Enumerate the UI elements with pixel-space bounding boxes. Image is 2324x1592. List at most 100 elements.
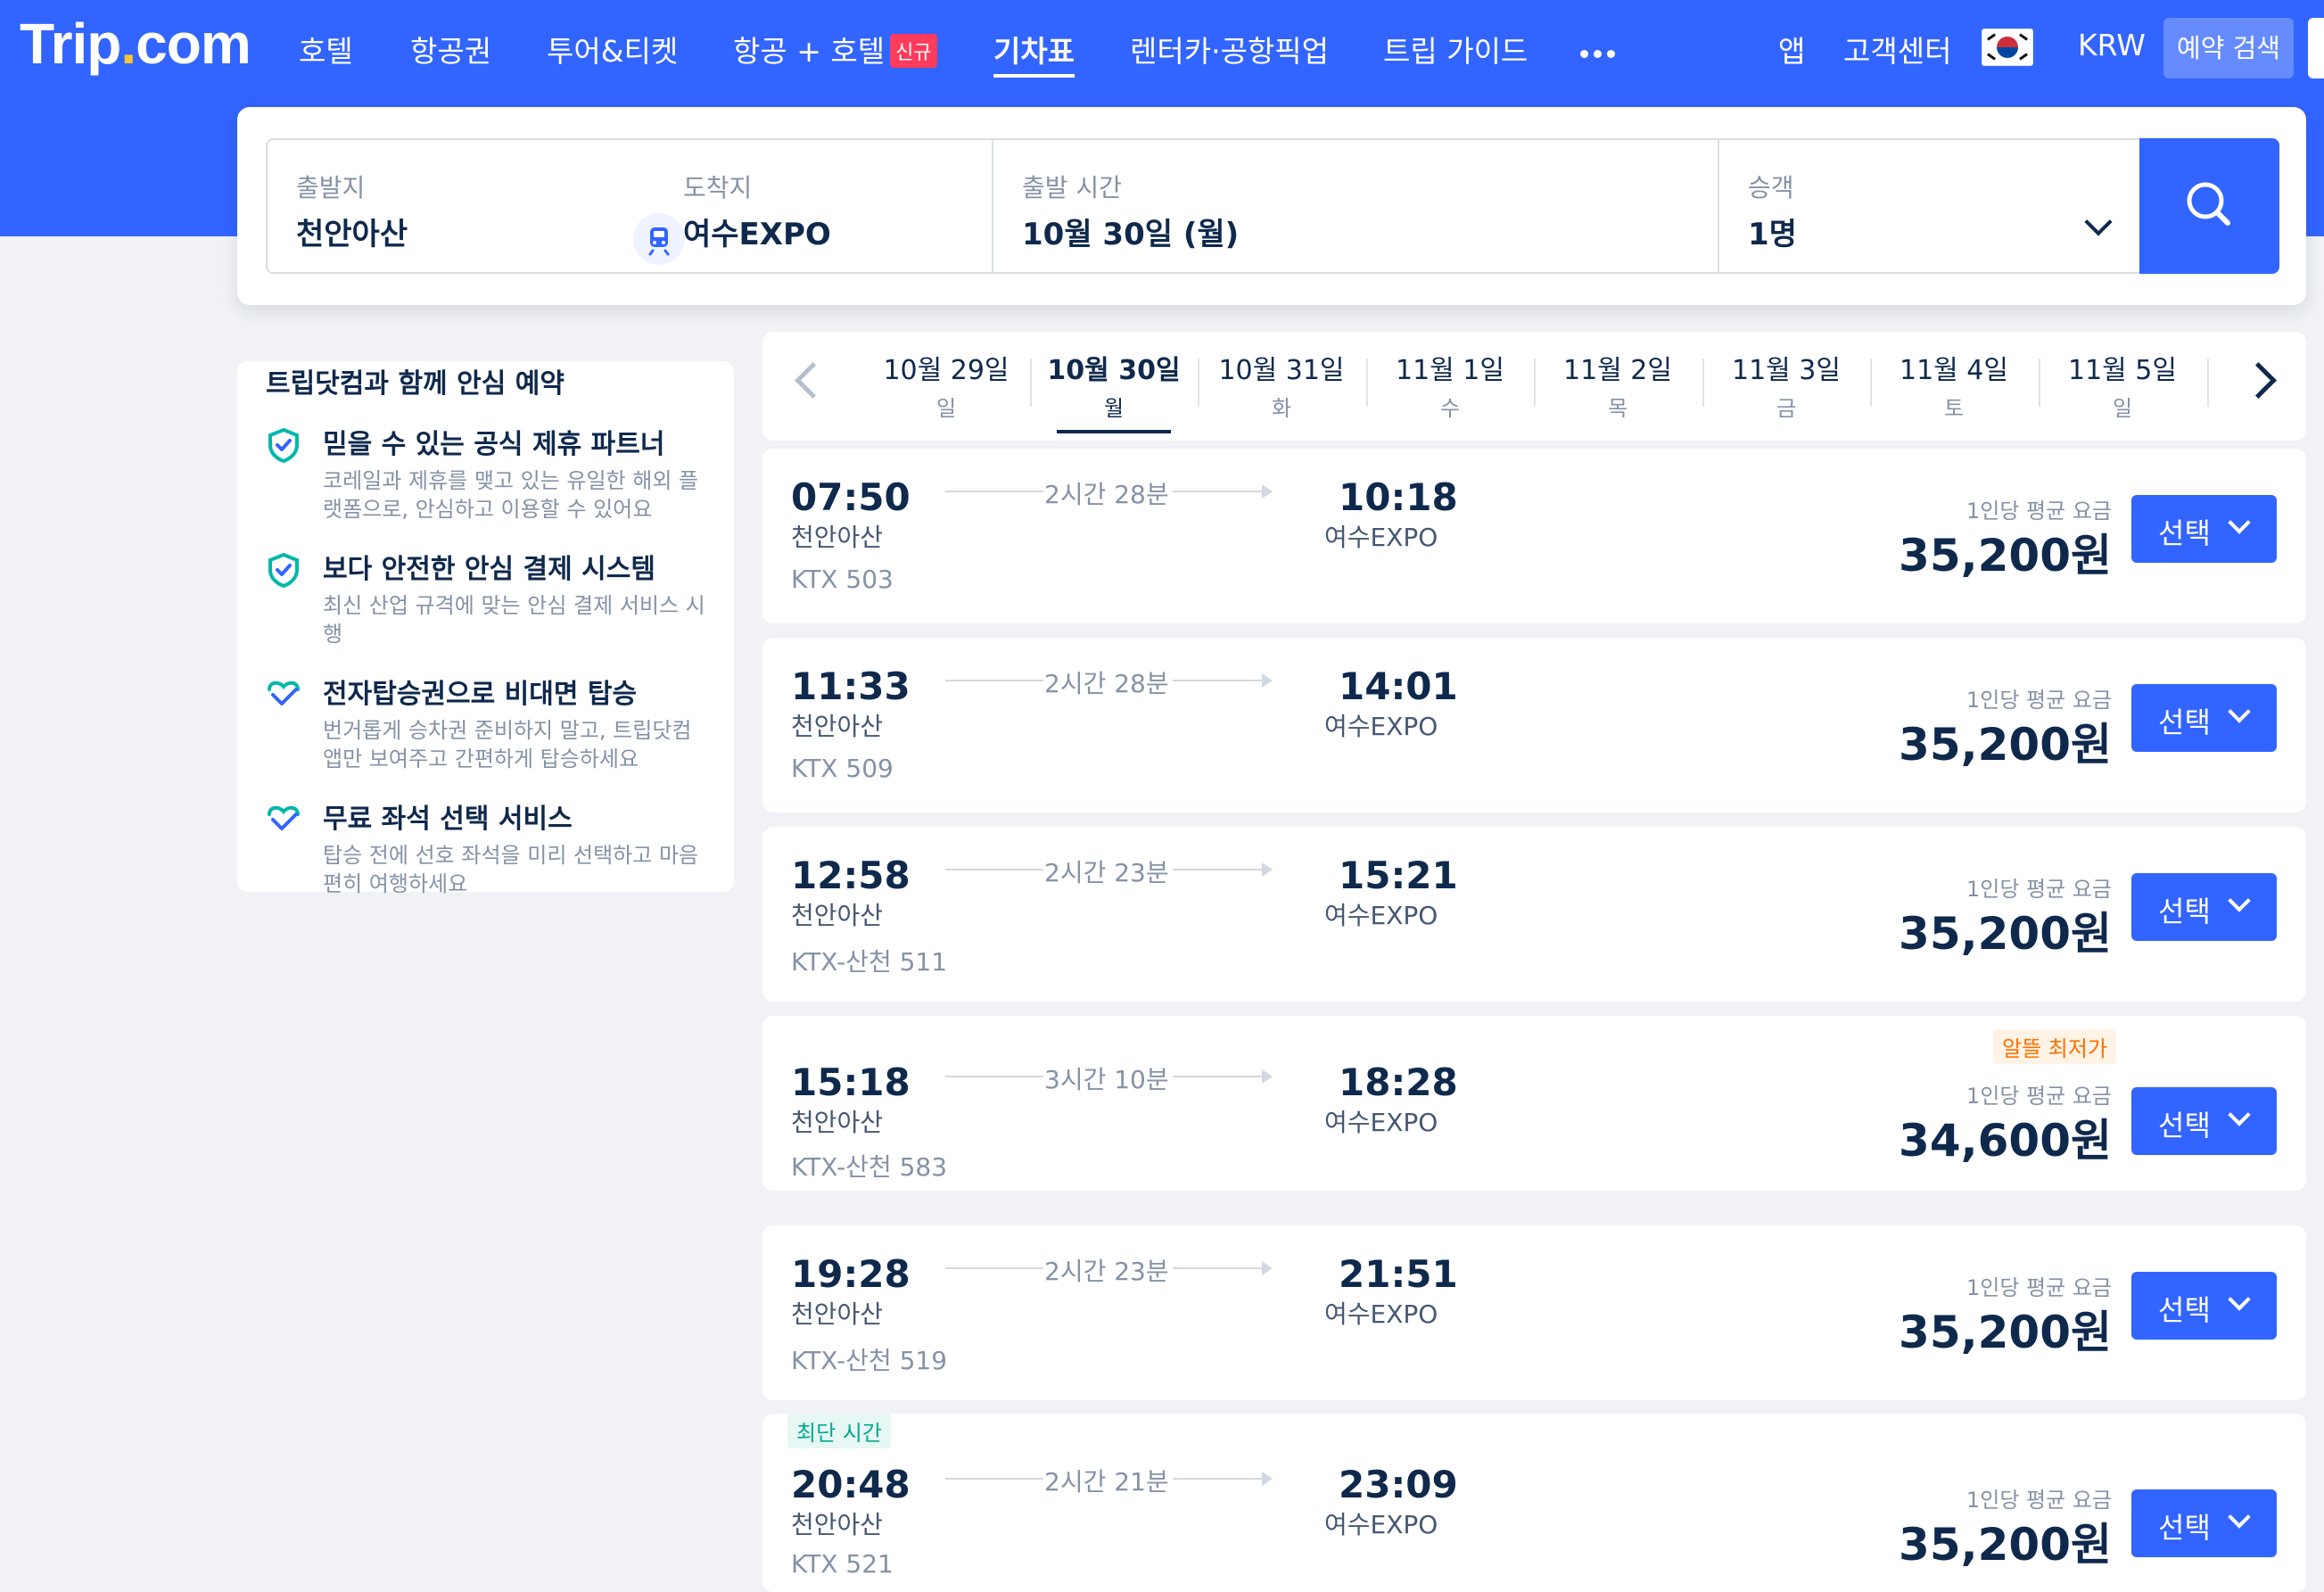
top-navigation: Trip.com 호텔 항공권 투어&티켓 항공 + 호텔 신규 기차표 렌터카·… <box>0 0 2324 98</box>
train-number: KTX 503 <box>791 565 894 594</box>
nav-item-car-rental[interactable]: 렌터카·공항픽업 <box>1130 28 1329 70</box>
search-button[interactable] <box>2139 138 2279 274</box>
passenger-label: 승객 <box>1748 173 1794 202</box>
departure-time-field[interactable]: 출발 시간 10월 30일 (월) <box>992 138 1719 274</box>
sidebar-item-seat: 무료 좌석 선택 서비스 탑승 전에 선호 좌석을 미리 선택하고 마음 편히 … <box>266 796 712 896</box>
select-button[interactable]: 선택 <box>2131 1272 2277 1340</box>
date-selector: 10월 29일 일 10월 30일 월 10월 31일 화 11월 1일 수 11월 2… <box>762 332 2306 441</box>
duration: 2시간 23분 <box>1044 858 1169 887</box>
nav-customer-service[interactable]: 고객센터 <box>1843 28 1951 70</box>
currency-selector[interactable]: KRW <box>2078 28 2146 62</box>
search-icon <box>2187 182 2230 226</box>
nav-item-travel-guide[interactable]: 트립 가이드 <box>1383 28 1528 70</box>
nav-item-trains[interactable]: 기차표 <box>993 28 1075 78</box>
departure-station: 천안아산 <box>791 1299 884 1329</box>
duration: 2시간 28분 <box>1044 480 1169 509</box>
departure-time: 20:48 <box>791 1463 911 1506</box>
duration: 3시간 10분 <box>1044 1065 1169 1094</box>
duration: 2시간 28분 <box>1044 669 1169 698</box>
shield-check-icon <box>268 427 299 463</box>
route-line <box>945 1478 1043 1480</box>
logo-dot: . <box>120 12 136 76</box>
prev-date-arrow-icon[interactable] <box>794 361 832 400</box>
to-label: 도착지 <box>683 173 753 202</box>
departure-station: 천안아산 <box>791 712 884 741</box>
more-menu-icon[interactable] <box>1580 45 1620 62</box>
departure-station: 천안아산 <box>791 1510 884 1539</box>
duration: 2시간 23분 <box>1044 1257 1169 1286</box>
select-button[interactable]: 선택 <box>2131 1087 2277 1155</box>
active-date-underline <box>1057 430 1171 433</box>
korea-flag-icon[interactable] <box>1982 29 2033 66</box>
train-card[interactable]: 19:28 천안아산 2시간 23분 21:51 여수EXPO KTX-산천 5… <box>762 1225 2306 1400</box>
date-tab-active[interactable]: 10월 30일 월 <box>1030 348 1198 422</box>
select-button[interactable]: 선택 <box>2131 873 2277 941</box>
departure-time-value: 10월 30일 (월) <box>1022 217 1240 252</box>
train-card[interactable]: 12:58 천안아산 2시간 23분 15:21 여수EXPO KTX-산천 5… <box>762 827 2306 1002</box>
departure-station: 천안아산 <box>791 1108 884 1137</box>
date-tab[interactable]: 11월 1일 수 <box>1366 348 1534 422</box>
price: 35,200원 <box>1899 1519 2112 1571</box>
price: 35,200원 <box>1899 908 2112 960</box>
select-button-label: 선택 <box>2158 1293 2211 1327</box>
sidebar-item-heading: 보다 안전한 안심 결제 시스템 <box>323 554 655 585</box>
date-tab[interactable]: 11월 2일 목 <box>1534 348 1702 422</box>
route-arrow-icon <box>1262 862 1273 877</box>
date-tab[interactable]: 11월 3일 금 <box>1702 348 1870 422</box>
nav-item-flight-hotel[interactable]: 항공 + 호텔 신규 <box>733 28 937 70</box>
date-tab[interactable]: 10월 31일 화 <box>1198 348 1365 422</box>
to-value[interactable]: 여수EXPO <box>683 210 831 253</box>
arrival-station: 여수EXPO <box>1324 901 1438 930</box>
cheapest-tag: 알뜰 최저가 <box>1993 1029 2117 1064</box>
arrival-station: 여수EXPO <box>1324 1299 1438 1329</box>
arrival-station: 여수EXPO <box>1324 523 1438 552</box>
train-card[interactable]: 07:50 천안아산 2시간 28분 10:18 여수EXPO KTX 503 … <box>762 449 2306 623</box>
train-swap-icon[interactable] <box>633 213 685 265</box>
select-button[interactable]: 선택 <box>2131 495 2277 563</box>
route-arrow-icon <box>1262 1261 1273 1275</box>
departure-time: 07:50 <box>791 475 911 519</box>
route-field[interactable]: 출발지 천안아산 도착지 여수EXPO <box>266 138 993 274</box>
departure-time: 11:33 <box>791 664 911 708</box>
route-line <box>1173 1267 1271 1269</box>
arrival-time: 10:18 <box>1339 475 1458 519</box>
select-button-label: 선택 <box>2158 705 2211 739</box>
chevron-down-icon <box>2228 1505 2251 1529</box>
sidebar-item-heading: 전자탑승권으로 비대면 탑승 <box>323 679 638 710</box>
next-date-arrow-icon[interactable] <box>2239 361 2278 400</box>
train-number: KTX 521 <box>791 1549 894 1579</box>
train-card[interactable]: 최단 시간 20:48 천안아산 2시간 21분 23:09 여수EXPO KT… <box>762 1414 2306 1592</box>
train-search-form: 출발지 천안아산 도착지 여수EXPO 출발 시간 10월 30일 (월) 승객… <box>237 107 2306 305</box>
route-line <box>1173 680 1271 681</box>
train-number: KTX-산천 511 <box>791 947 948 977</box>
date-tab[interactable]: 10월 29일 일 <box>862 348 1030 422</box>
account-button-edge[interactable] <box>2308 18 2324 78</box>
nav-item-flights[interactable]: 항공권 <box>410 28 491 70</box>
train-card[interactable]: 11:33 천안아산 2시간 28분 14:01 여수EXPO KTX 509 … <box>762 638 2306 812</box>
trip-logo[interactable]: Trip.com <box>20 11 251 77</box>
passenger-value: 1명 <box>1748 217 1797 252</box>
fastest-tag: 최단 시간 <box>787 1414 891 1448</box>
date-tab[interactable]: 11월 5일 일 <box>2039 348 2206 422</box>
arrival-time: 15:21 <box>1339 854 1458 897</box>
reservation-search-button[interactable]: 예약 검색 <box>2163 18 2294 78</box>
nav-item-tours[interactable]: 투어&티켓 <box>547 28 678 70</box>
date-tab[interactable]: 11월 4일 토 <box>1870 348 2038 422</box>
price: 35,200원 <box>1899 530 2112 582</box>
nav-app[interactable]: 앱 <box>1778 28 1805 70</box>
train-card[interactable]: 알뜰 최저가 15:18 천안아산 3시간 10분 18:28 여수EXPO K… <box>762 1016 2306 1191</box>
select-button[interactable]: 선택 <box>2131 684 2277 752</box>
sidebar-item-desc: 코레일과 제휴를 맺고 있는 유일한 해외 플랫폼으로, 안심하고 이용할 수 … <box>323 468 699 522</box>
arrival-time: 18:28 <box>1339 1060 1458 1104</box>
shield-check-icon <box>268 552 299 588</box>
passenger-field[interactable]: 승객 1명 <box>1718 138 2141 274</box>
sidebar-item-payment: 보다 안전한 안심 결제 시스템 최신 산업 규격에 맞는 안심 결제 서비스 … <box>266 547 712 647</box>
nav-item-hotels[interactable]: 호텔 <box>299 28 353 70</box>
chevron-down-icon <box>2228 1103 2251 1126</box>
from-value[interactable]: 천안아산 <box>296 210 408 253</box>
select-button[interactable]: 선택 <box>2131 1489 2277 1557</box>
new-badge: 신규 <box>890 34 937 68</box>
route-line <box>1173 1478 1271 1480</box>
nav-item-flight-hotel-label: 항공 + 호텔 <box>733 34 886 69</box>
chevron-down-icon <box>2228 511 2251 534</box>
